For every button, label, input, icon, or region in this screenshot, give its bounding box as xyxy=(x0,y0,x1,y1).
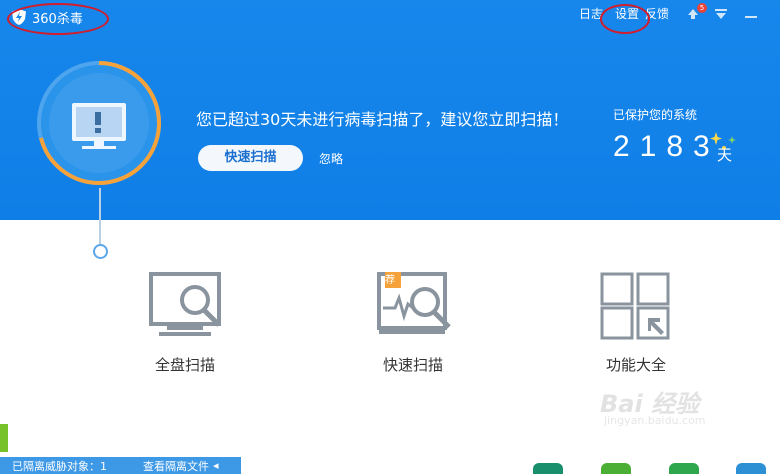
side-green-tab[interactable] xyxy=(0,424,8,452)
arrow-left-icon: ◂ xyxy=(213,459,219,472)
bottom-tool-icon-3[interactable] xyxy=(669,463,699,474)
full-scan-icon xyxy=(149,272,221,336)
annotation-oval-settings xyxy=(600,4,650,34)
annotation-oval-title xyxy=(7,3,109,35)
quarantine-bar: 已隔离威胁对象：1 查看隔离文件 ◂ xyxy=(0,457,241,474)
tools-label: 功能大全 xyxy=(605,356,666,374)
days-unit: 天 xyxy=(717,146,733,164)
tools-tile[interactable]: 功能大全 xyxy=(586,270,686,375)
bottom-tool-icon-1[interactable] xyxy=(533,463,563,474)
full-scan-tile[interactable]: 全盘扫描 xyxy=(130,270,240,375)
quick-scan-icon xyxy=(377,272,451,334)
baidu-watermark-url: jingyan.baidu.com xyxy=(604,414,706,427)
view-quarantine-link[interactable]: 查看隔离文件 xyxy=(143,458,209,474)
dropdown-menu-icon[interactable] xyxy=(714,7,728,21)
protected-label: 已保护您的系统 xyxy=(613,108,698,122)
minimize-icon[interactable] xyxy=(744,7,758,21)
scan-reminder-message: 您已超过30天未进行病毒扫描了，建议您立即扫描！ xyxy=(196,110,569,129)
ignore-link[interactable]: 忽略 xyxy=(319,150,343,167)
update-count-badge: 5 xyxy=(697,3,707,13)
timeline-dot xyxy=(93,244,108,259)
bottom-tool-icon-2[interactable] xyxy=(601,463,631,474)
tools-grid-icon xyxy=(600,272,670,340)
timeline-connector xyxy=(99,188,101,244)
recommend-tag: 荐 xyxy=(385,275,395,286)
quick-scan-tile[interactable]: 荐 快速扫描 xyxy=(354,270,472,375)
bottom-tool-icon-4[interactable] xyxy=(736,463,766,474)
quick-scan-button[interactable]: 快速扫描 xyxy=(198,145,303,171)
full-scan-label: 全盘扫描 xyxy=(154,356,215,374)
quarantine-count: 已隔离威胁对象：1 xyxy=(12,459,107,473)
protection-status-circle xyxy=(37,61,161,186)
quick-scan-label: 快速扫描 xyxy=(382,356,443,374)
